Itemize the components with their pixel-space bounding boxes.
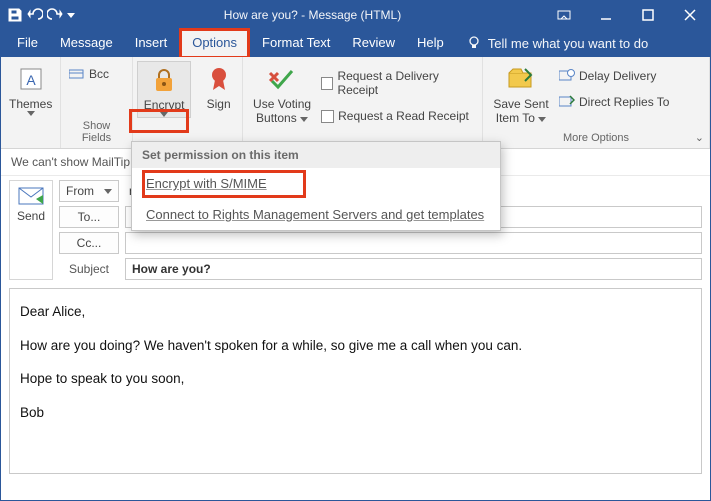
- lightbulb-icon: [466, 35, 482, 51]
- tell-me-search[interactable]: Tell me what you want to do: [466, 35, 648, 51]
- checkbox-icon: [321, 110, 334, 123]
- chevron-down-icon: [104, 189, 112, 194]
- sign-button[interactable]: Sign: [199, 61, 238, 111]
- redo-icon[interactable]: [47, 7, 63, 23]
- themes-button[interactable]: A Themes: [9, 61, 52, 116]
- to-button[interactable]: To...: [59, 206, 119, 228]
- clock-envelope-icon: [559, 69, 575, 83]
- folder-arrow-icon: [505, 63, 537, 95]
- body-line: Dear Alice,: [20, 303, 691, 321]
- use-voting-buttons-button[interactable]: Use Voting Buttons: [251, 61, 313, 125]
- group-themes: A Themes: [1, 57, 61, 148]
- collapse-ribbon-icon[interactable]: ⌄: [695, 131, 704, 144]
- ribbon-tabs: File Message Insert Options Format Text …: [1, 29, 710, 57]
- group-show-fields: Bcc Show Fields: [61, 57, 133, 148]
- delay-delivery-button[interactable]: Delay Delivery: [559, 67, 669, 85]
- subject-label: Subject: [59, 262, 119, 276]
- body-line: Bob: [20, 404, 691, 422]
- group-permission: Encrypt Sign: [133, 57, 243, 148]
- chevron-down-icon: [160, 112, 168, 117]
- group-tracking: Use Voting Buttons Request a Delivery Re…: [243, 57, 483, 148]
- reply-arrow-icon: [559, 95, 575, 109]
- from-button[interactable]: From: [59, 180, 119, 202]
- save-icon[interactable]: [7, 7, 23, 23]
- subject-input[interactable]: [125, 258, 702, 280]
- undo-icon[interactable]: [27, 7, 43, 23]
- group-more-options: Save Sent Item To Delay Delivery Direct …: [483, 57, 710, 148]
- message-body[interactable]: Dear Alice, How are you doing? We haven'…: [9, 288, 702, 474]
- encrypt-button[interactable]: Encrypt: [137, 61, 191, 118]
- group-label: More Options: [491, 130, 701, 146]
- dropdown-header: Set permission on this item: [132, 142, 500, 168]
- body-line: Hope to speak to you soon,: [20, 370, 691, 388]
- encrypt-dropdown: Set permission on this item Encrypt with…: [131, 141, 501, 231]
- close-icon[interactable]: [670, 1, 710, 29]
- chevron-down-icon: [538, 117, 546, 122]
- cc-input[interactable]: [125, 232, 702, 254]
- request-delivery-receipt-checkbox[interactable]: Request a Delivery Receipt: [321, 67, 474, 99]
- tab-review[interactable]: Review: [342, 31, 405, 56]
- connect-rms-item[interactable]: Connect to Rights Management Servers and…: [132, 199, 500, 230]
- themes-icon: A: [15, 63, 47, 95]
- title-bar: How are you? - Message (HTML): [1, 1, 710, 29]
- ribbon-display-icon[interactable]: [544, 1, 584, 29]
- send-button[interactable]: Send: [9, 180, 53, 280]
- tab-file[interactable]: File: [7, 31, 48, 56]
- qat-more-icon[interactable]: [67, 13, 75, 18]
- send-envelope-icon: [18, 187, 44, 205]
- tab-insert[interactable]: Insert: [125, 31, 178, 56]
- svg-text:A: A: [26, 72, 36, 88]
- minimize-icon[interactable]: [586, 1, 626, 29]
- quick-access-toolbar: [1, 7, 81, 23]
- tell-me-label: Tell me what you want to do: [488, 36, 648, 51]
- checkbox-icon: [321, 77, 333, 90]
- chevron-down-icon: [300, 117, 308, 122]
- group-label: Show Fields: [69, 118, 124, 146]
- maximize-icon[interactable]: [628, 1, 668, 29]
- window-controls: [544, 1, 710, 29]
- ribbon: A Themes Bcc Show Fields Encrypt: [1, 57, 710, 149]
- chevron-down-icon: [27, 111, 35, 116]
- ribbon-badge-icon: [203, 63, 235, 95]
- voting-icon: [266, 63, 298, 95]
- direct-replies-button[interactable]: Direct Replies To: [559, 93, 669, 111]
- encrypt-smime-item[interactable]: Encrypt with S/MIME: [132, 168, 500, 199]
- tab-message[interactable]: Message: [50, 31, 123, 56]
- save-sent-item-button[interactable]: Save Sent Item To: [491, 61, 551, 125]
- bcc-button[interactable]: Bcc: [69, 65, 109, 83]
- bcc-icon: [69, 68, 85, 80]
- tab-options[interactable]: Options: [179, 28, 250, 59]
- tab-help[interactable]: Help: [407, 31, 454, 56]
- lock-icon: [148, 64, 180, 96]
- cc-button[interactable]: Cc...: [59, 232, 119, 254]
- window-title: How are you? - Message (HTML): [81, 8, 544, 22]
- request-read-receipt-checkbox[interactable]: Request a Read Receipt: [321, 107, 474, 125]
- tab-format-text[interactable]: Format Text: [252, 31, 340, 56]
- body-line: How are you doing? We haven't spoken for…: [20, 337, 691, 355]
